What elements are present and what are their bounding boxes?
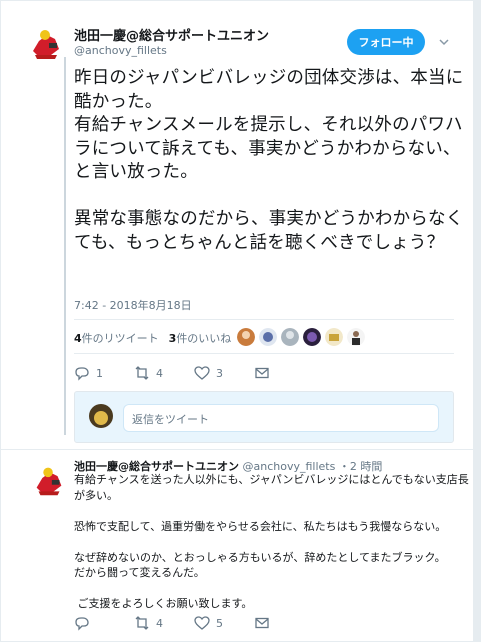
heart-icon [194, 366, 210, 380]
mail-icon [255, 617, 269, 629]
reply-text: 有給チャンスを送った人以外にも、ジャパンビバレッジにはとんでもない支店長が多い。… [74, 473, 469, 610]
like-button[interactable]: 5 [194, 615, 254, 631]
divider [74, 319, 454, 320]
divider [74, 353, 454, 354]
reply-button[interactable]: 1 [74, 365, 134, 381]
liker-avatar[interactable] [281, 328, 299, 346]
liker-avatars [237, 328, 365, 346]
tweet-stats: 4件のリツイート 3件のいいね [74, 330, 231, 346]
author-handle[interactable]: @anchovy_fillets [74, 44, 167, 57]
heart-icon [194, 616, 210, 630]
follow-button[interactable]: フォロー中 [347, 29, 425, 55]
reply-icon [75, 367, 89, 381]
dm-button[interactable] [254, 615, 314, 631]
dm-button[interactable] [254, 365, 314, 381]
author-name[interactable]: 池田一慶@総合サポートユニオン [74, 25, 269, 44]
thread-line [64, 57, 66, 435]
like-button[interactable]: 3 [194, 365, 254, 381]
reply-input[interactable]: 返信をツイート [123, 404, 439, 432]
liker-avatar[interactable] [347, 328, 365, 346]
retweet-stat[interactable]: 4件のリツイート [74, 330, 159, 346]
reply-icon [75, 617, 89, 631]
like-stat[interactable]: 3件のいいね [169, 330, 232, 346]
mail-icon [255, 367, 269, 379]
tweet-actions: 1 4 3 [74, 365, 314, 381]
retweet-icon [135, 366, 149, 380]
retweet-icon [135, 616, 149, 630]
reply-actions: 4 5 [74, 615, 314, 631]
divider [1, 449, 473, 450]
reply-button[interactable] [74, 615, 134, 631]
reply-author-avatar[interactable] [29, 459, 69, 499]
retweet-button[interactable]: 4 [134, 615, 194, 631]
author-avatar[interactable] [25, 21, 67, 63]
tweet-timestamp[interactable]: 7:42 - 2018年8月18日 [74, 297, 192, 313]
liker-avatar[interactable] [325, 328, 343, 346]
tweet-card: 池田一慶@総合サポートユニオン @anchovy_fillets フォロー中 昨… [0, 0, 474, 642]
reply-compose-box: 返信をツイート [74, 391, 454, 443]
tweet-text: 昨日のジャパンビバレッジの団体交渉は、本当に酷かった。 有給チャンスメールを提示… [74, 68, 464, 253]
retweet-button[interactable]: 4 [134, 365, 194, 381]
liker-avatar[interactable] [259, 328, 277, 346]
liker-avatar[interactable] [237, 328, 255, 346]
liker-avatar[interactable] [303, 328, 321, 346]
chevron-down-icon[interactable] [439, 37, 449, 47]
user-avatar [89, 404, 113, 428]
